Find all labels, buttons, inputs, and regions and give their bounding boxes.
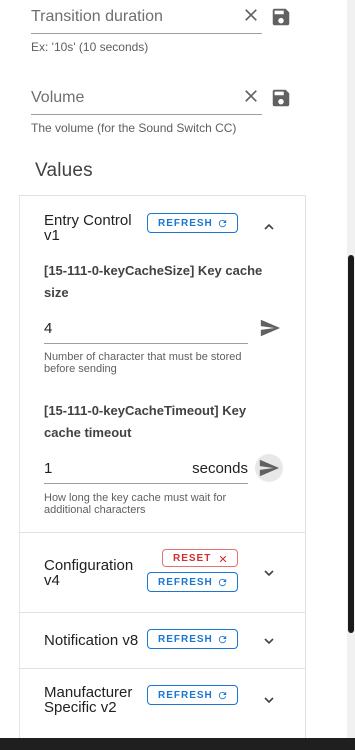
refresh-icon [218, 578, 227, 587]
scrollbar-thumb[interactable] [348, 255, 354, 633]
transition-duration-field[interactable]: Transition duration [31, 2, 262, 34]
refresh-icon [218, 635, 227, 644]
reset-label: RESET [173, 552, 212, 564]
close-icon [219, 555, 227, 563]
entry-control-title[interactable]: Entry Control v1 [44, 213, 132, 243]
key-cache-timeout-value: 1 [44, 460, 53, 477]
volume-placeholder: Volume [31, 89, 85, 106]
key-cache-timeout-hint: How long the key cache must wait for add… [44, 492, 227, 516]
configuration-title-line2: v4 [44, 572, 60, 589]
section-divider [19, 532, 306, 533]
entry-control-title-line2: v1 [44, 227, 60, 244]
bottom-edge [0, 738, 355, 750]
chevron-down-icon[interactable] [261, 565, 277, 581]
key-cache-timeout-title: [15-111-0-keyCacheTimeout] Key cache tim… [44, 403, 247, 440]
refresh-label: REFRESH [158, 217, 213, 229]
send-icon [259, 459, 280, 477]
entry-control-refresh-button[interactable]: REFRESH [147, 213, 238, 233]
key-cache-timeout-unit: seconds [192, 460, 248, 477]
configuration-title[interactable]: Configuration v4 [44, 558, 133, 588]
key-cache-timeout-input[interactable]: 1 seconds [44, 454, 248, 484]
save-icon[interactable] [270, 6, 292, 28]
key-cache-size-hint: Number of character that must be stored … [44, 351, 242, 375]
chevron-up-icon[interactable] [261, 219, 277, 235]
refresh-label: REFRESH [158, 689, 213, 701]
notification-title[interactable]: Notification v8 [44, 633, 138, 648]
volume-hint: The volume (for the Sound Switch CC) [31, 121, 237, 135]
volume-field[interactable]: Volume [31, 83, 262, 115]
key-cache-size-title: [15-111-0-keyCacheSize] Key cache size [44, 263, 263, 300]
manufacturer-title-line1: Manufacturer [44, 684, 133, 701]
section-divider [19, 612, 306, 613]
chevron-down-icon[interactable] [261, 692, 277, 708]
chevron-down-icon[interactable] [261, 633, 277, 649]
configuration-refresh-button[interactable]: REFRESH [147, 572, 238, 592]
clear-icon[interactable] [242, 87, 260, 105]
entry-control-title-line1: Entry Control [44, 212, 132, 229]
send-button[interactable] [256, 314, 284, 342]
key-cache-size-input[interactable]: 4 [44, 314, 248, 344]
configuration-title-line1: Configuration [44, 557, 134, 574]
refresh-icon [218, 691, 227, 700]
refresh-label: REFRESH [158, 576, 213, 588]
refresh-label: REFRESH [158, 633, 213, 645]
manufacturer-title-line2: Specific v2 [44, 699, 117, 716]
transition-duration-placeholder: Transition duration [31, 8, 163, 25]
transition-duration-hint: Ex: '10s' (10 seconds) [31, 40, 149, 54]
send-button[interactable] [255, 454, 283, 482]
send-icon [260, 319, 281, 337]
configuration-reset-button[interactable]: RESET [162, 549, 238, 567]
clear-icon[interactable] [242, 6, 260, 24]
values-heading: Values [35, 160, 93, 181]
notification-refresh-button[interactable]: REFRESH [147, 629, 238, 649]
section-divider [19, 668, 306, 669]
save-icon[interactable] [270, 87, 292, 109]
manufacturer-specific-title[interactable]: Manufacturer Specific v2 [44, 685, 132, 715]
refresh-icon [218, 219, 227, 228]
key-cache-size-value: 4 [44, 320, 53, 337]
manufacturer-refresh-button[interactable]: REFRESH [147, 685, 238, 705]
